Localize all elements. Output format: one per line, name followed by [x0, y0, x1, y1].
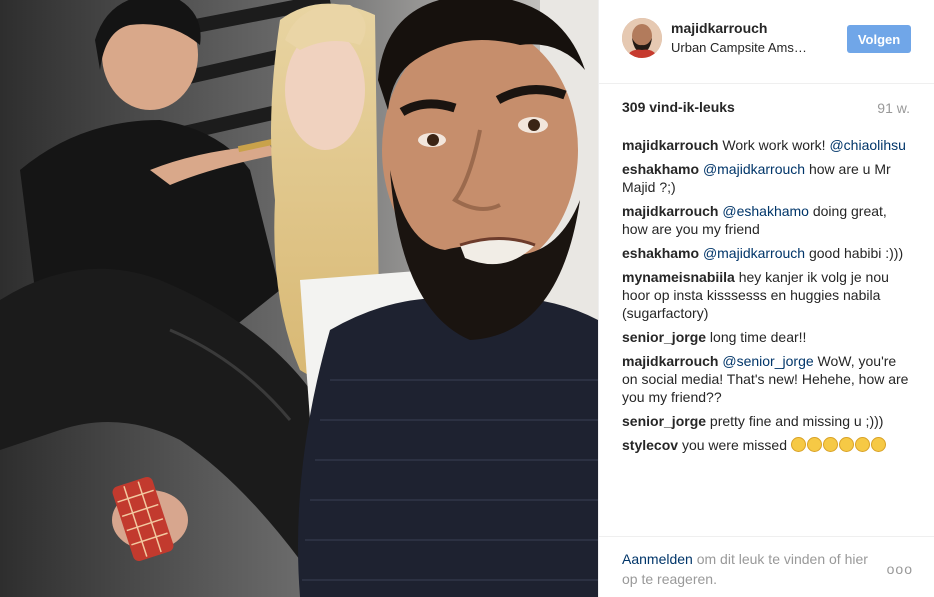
comment: eshakhamo @majidkarrouch good habibi :))… [622, 244, 912, 262]
comment-username[interactable]: mynameisnabiila [622, 269, 735, 285]
emoji-group [790, 437, 887, 453]
comment: majidkarrouch Work work work! @chiaolihs… [622, 136, 912, 154]
post-location[interactable]: Urban Campsite Ams… [671, 40, 807, 55]
likes-count[interactable]: 309 vind-ik-leuks [622, 99, 735, 115]
comment-text: good habibi :))) [805, 245, 904, 261]
avatar-image [622, 18, 662, 58]
comment-mention-link[interactable]: @majidkarrouch [703, 161, 805, 177]
post-photo[interactable] [0, 0, 598, 597]
follow-button[interactable]: Volgen [847, 25, 911, 53]
sad-face-emoji-icon [790, 437, 806, 452]
comment-username[interactable]: majidkarrouch [622, 137, 718, 153]
post-side-panel: majidkarrouch Urban Campsite Ams… Volgen… [598, 0, 934, 597]
comment-mention-link[interactable]: @majidkarrouch [703, 245, 805, 261]
avatar[interactable] [622, 18, 662, 58]
comment-username[interactable]: senior_jorge [622, 329, 706, 345]
comment-text: you were missed [681, 437, 791, 453]
comment: senior_jorge pretty fine and missing u ;… [622, 412, 912, 430]
post-photo-illustration [0, 0, 598, 597]
comment: stylecov you were missed [622, 436, 912, 454]
login-prompt: Aanmelden om dit leuk te vinden of hier … [622, 549, 882, 589]
post-age[interactable]: 91 w. [877, 100, 910, 116]
sad-face-emoji-icon [870, 437, 886, 452]
sad-face-emoji-icon [822, 437, 838, 452]
post-header: majidkarrouch Urban Campsite Ams… Volgen [599, 0, 934, 84]
login-link[interactable]: Aanmelden [622, 551, 693, 567]
comment: eshakhamo @majidkarrouch how are u Mr Ma… [622, 160, 912, 196]
sad-face-emoji-icon [838, 437, 854, 452]
post-view: majidkarrouch Urban Campsite Ams… Volgen… [0, 0, 934, 597]
comment: mynameisnabiila hey kanjer ik volg je no… [622, 268, 912, 322]
comment-mention-link[interactable]: @eshakhamo [722, 203, 809, 219]
comment-username[interactable]: majidkarrouch [622, 353, 718, 369]
comment-username[interactable]: majidkarrouch [622, 203, 718, 219]
sad-face-emoji-icon [806, 437, 822, 452]
post-author-username[interactable]: majidkarrouch [671, 20, 767, 36]
comment: majidkarrouch @eshakhamo doing great, ho… [622, 202, 912, 238]
post-footer: Aanmelden om dit leuk te vinden of hier … [599, 536, 934, 597]
comment-mention-link[interactable]: @senior_jorge [722, 353, 813, 369]
comment-mention-link[interactable]: @chiaolihsu [829, 137, 905, 153]
comment: majidkarrouch @senior_jorge WoW, you're … [622, 352, 912, 406]
comment-text: long time dear!! [709, 329, 807, 345]
sad-face-emoji-icon [854, 437, 870, 452]
comment-username[interactable]: eshakhamo [622, 161, 699, 177]
comment-text: Work work work! [722, 137, 830, 153]
comment-text: pretty fine and missing u ;))) [709, 413, 884, 429]
comment: senior_jorge long time dear!! [622, 328, 912, 346]
comment-username[interactable]: eshakhamo [622, 245, 699, 261]
more-options-icon[interactable]: ooo [887, 561, 913, 577]
comment-username[interactable]: senior_jorge [622, 413, 706, 429]
comments-list: majidkarrouch Work work work! @chiaolihs… [622, 136, 912, 531]
comment-username[interactable]: stylecov [622, 437, 678, 453]
